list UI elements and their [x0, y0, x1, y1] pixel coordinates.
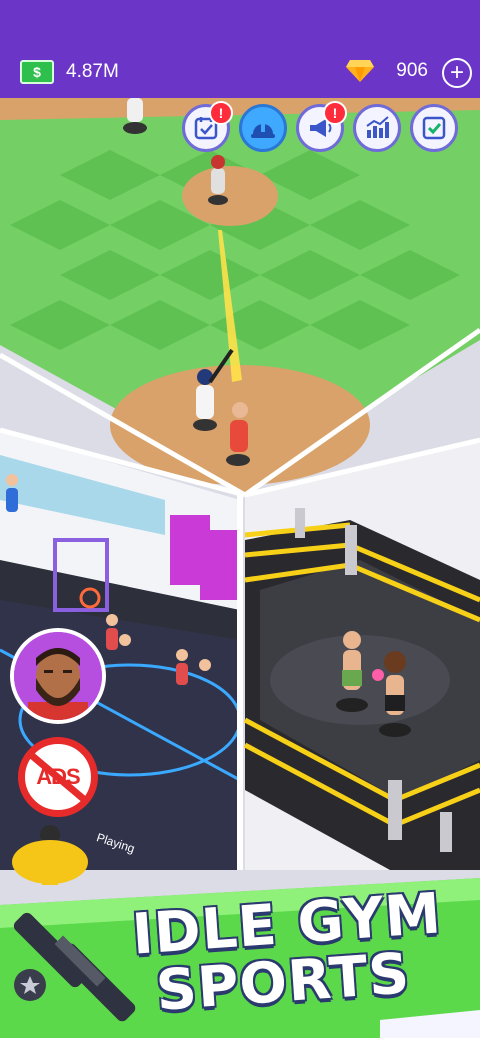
coach-face-icon — [14, 632, 102, 720]
stats-icon — [366, 116, 389, 138]
tasks-button[interactable]: ! — [182, 101, 233, 152]
money-icon: $ — [20, 60, 54, 84]
gem-count: 906 — [396, 60, 428, 81]
gem-display: 906 — [346, 60, 428, 82]
coach-avatar[interactable] — [10, 628, 106, 724]
diamond-icon — [346, 60, 375, 82]
alert-badge: ! — [323, 101, 347, 125]
checklist-button[interactable] — [410, 104, 458, 152]
alert-badge: ! — [209, 101, 233, 125]
cash-display: $ 4.87M — [20, 60, 119, 84]
cash-amount: 4.87M — [66, 61, 119, 82]
marketing-button[interactable]: ! — [296, 101, 347, 152]
manager-button[interactable] — [239, 104, 287, 152]
checkbox-icon — [422, 116, 446, 140]
no-ads-button[interactable]: ADS — [18, 737, 98, 817]
hardhat-icon — [251, 122, 275, 138]
no-ads-label: ADS — [36, 764, 80, 789]
quick-toolbar: ! ! — [182, 101, 458, 152]
stats-button[interactable] — [353, 104, 401, 152]
top-status-bar: $ 4.87M 906 + — [0, 0, 480, 98]
add-gems-button[interactable]: + — [442, 58, 472, 88]
plus-icon: + — [449, 59, 464, 86]
boxing-ring[interactable] — [243, 440, 480, 870]
